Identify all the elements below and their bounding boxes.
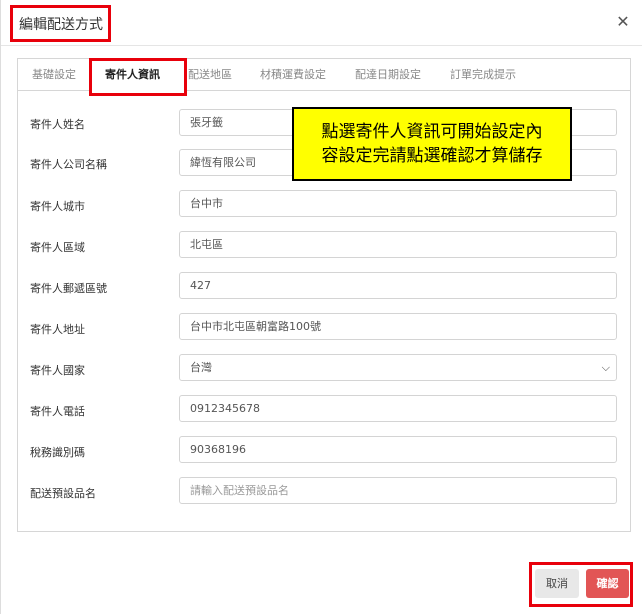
sender-country-label: 寄件人國家	[30, 364, 85, 377]
dialog-title: 編輯配送方式	[19, 16, 103, 33]
confirm-button[interactable]: 確認	[586, 569, 629, 598]
chevron-down-icon: ⌵	[601, 361, 610, 374]
dialog-title-highlight: 編輯配送方式	[10, 5, 111, 42]
default-product-input[interactable]: 請輸入配送預設品名	[179, 477, 617, 504]
sender-company-label: 寄件人公司名稱	[30, 158, 107, 171]
sender-postcode-input[interactable]: 427	[179, 272, 617, 299]
sender-postcode-label: 寄件人郵遞區號	[30, 282, 107, 295]
close-icon[interactable]: ✕	[613, 12, 633, 32]
tab-volume-freight[interactable]: 材積運費設定	[260, 59, 326, 91]
instruction-callout: 點選寄件人資訊可開始設定內 容設定完請點選確認才算儲存	[292, 107, 572, 181]
sender-address-input[interactable]: 台中市北屯區朝富路100號	[179, 313, 617, 340]
sender-city-input[interactable]: 台中市	[179, 190, 617, 217]
tab-basic-settings[interactable]: 基礎設定	[32, 59, 76, 91]
tax-id-label: 稅務識別碼	[30, 446, 85, 459]
tax-id-input[interactable]: 90368196	[179, 436, 617, 463]
cancel-button[interactable]: 取消	[535, 569, 579, 598]
sender-city-label: 寄件人城市	[30, 200, 85, 213]
callout-line-2: 容設定完請點選確認才算儲存	[321, 146, 543, 166]
sender-phone-label: 寄件人電話	[30, 405, 85, 418]
dialog-header: 編輯配送方式 ✕	[1, 0, 642, 46]
tab-bar: 基礎設定 寄件人資訊 配送地區 材積運費設定 配達日期設定 訂單完成提示	[18, 58, 630, 96]
sender-country-select[interactable]: 台灣 ⌵	[179, 354, 617, 381]
sender-country-value: 台灣	[190, 361, 212, 374]
edit-shipping-dialog: 編輯配送方式 ✕ 基礎設定 寄件人資訊 配送地區 材積運費設定 配達日期設定 訂…	[0, 0, 642, 614]
tab-sender-info[interactable]: 寄件人資訊	[105, 59, 160, 91]
sender-name-label: 寄件人姓名	[30, 118, 85, 131]
sender-address-label: 寄件人地址	[30, 323, 85, 336]
sender-district-input[interactable]: 北屯區	[179, 231, 617, 258]
tab-delivery-date[interactable]: 配達日期設定	[355, 59, 421, 91]
sender-phone-input[interactable]: 0912345678	[179, 395, 617, 422]
callout-line-1: 點選寄件人資訊可開始設定內	[321, 122, 543, 142]
tab-order-complete[interactable]: 訂單完成提示	[450, 59, 516, 91]
tab-delivery-area[interactable]: 配送地區	[188, 59, 232, 91]
sender-district-label: 寄件人區域	[30, 241, 85, 254]
default-product-label: 配送預設品名	[30, 487, 96, 500]
